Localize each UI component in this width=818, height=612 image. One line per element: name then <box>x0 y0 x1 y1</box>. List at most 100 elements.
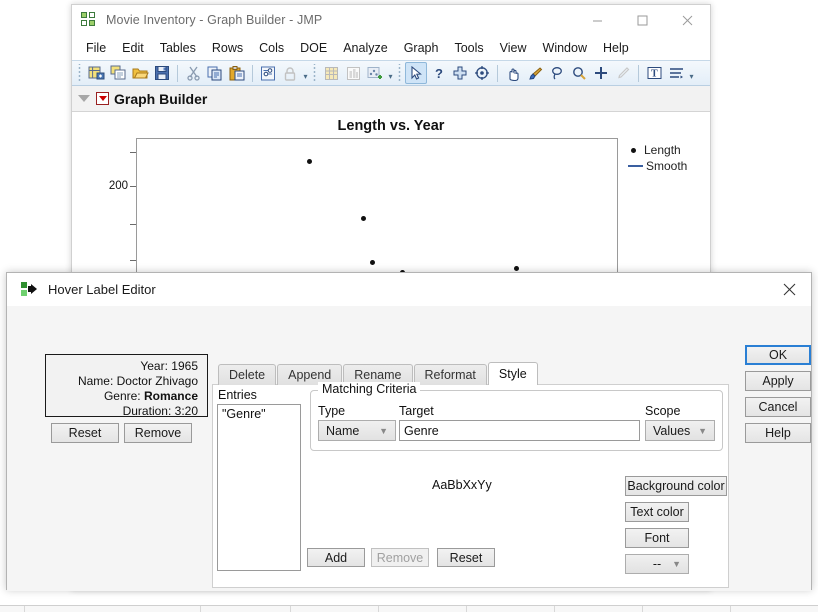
target-label: Target <box>399 404 434 418</box>
menu-doe[interactable]: DOE <box>292 39 335 57</box>
font-button[interactable]: Font <box>625 528 689 548</box>
disclosure-triangle-icon[interactable] <box>78 95 90 102</box>
table-icon[interactable] <box>320 62 342 84</box>
data-point[interactable] <box>307 159 312 164</box>
entries-listbox[interactable]: "Genre" <box>217 404 301 571</box>
pencil-icon[interactable] <box>612 62 634 84</box>
toolbar-overflow-icon[interactable]: ▾ <box>687 63 696 83</box>
preview-remove-button[interactable]: Remove <box>124 423 192 443</box>
crosshair-icon[interactable] <box>449 62 471 84</box>
toolbar-overflow-icon[interactable]: ▾ <box>386 63 395 83</box>
arrow-select-icon[interactable] <box>405 62 427 84</box>
graph-builder-outline-node[interactable]: Graph Builder <box>72 86 710 112</box>
annotate-text-icon[interactable]: T <box>643 62 665 84</box>
legend-item-smooth[interactable]: Smooth <box>628 158 687 174</box>
data-point[interactable] <box>370 260 375 265</box>
add-graph-icon[interactable] <box>364 62 386 84</box>
style-variant-combo[interactable]: -- ▼ <box>625 554 689 574</box>
lock-icon[interactable] <box>279 62 301 84</box>
data-filter-icon[interactable] <box>257 62 279 84</box>
crosshair-plus-icon[interactable] <box>590 62 612 84</box>
lasso-icon[interactable] <box>546 62 568 84</box>
add-entry-button[interactable]: Add <box>307 548 365 567</box>
preview-reset-button[interactable]: Reset <box>51 423 119 443</box>
menubar: File Edit Tables Rows Cols DOE Analyze G… <box>72 36 710 60</box>
magnifier-icon[interactable] <box>568 62 590 84</box>
dialog-close-icon[interactable] <box>767 273 811 306</box>
cut-icon[interactable] <box>182 62 204 84</box>
list-icon[interactable] <box>665 62 687 84</box>
tab-delete[interactable]: Delete <box>218 364 276 385</box>
dialog-titlebar: Hover Label Editor <box>7 273 811 306</box>
toolbar: ▾ ▾ ? <box>72 60 710 86</box>
menu-cols[interactable]: Cols <box>251 39 292 57</box>
toolbar-separator <box>638 65 639 82</box>
hover-label-editor-dialog: Hover Label Editor Year: 1965 Name: Doct… <box>6 272 812 590</box>
text-color-button[interactable]: Text color <box>625 502 689 522</box>
style-variant-value: -- <box>653 557 661 571</box>
toolbar-grip[interactable] <box>313 64 317 82</box>
open-icon[interactable] <box>129 62 151 84</box>
remove-entry-button: Remove <box>371 548 429 567</box>
target-icon[interactable] <box>471 62 493 84</box>
new-data-table-icon[interactable] <box>85 62 107 84</box>
menu-file[interactable]: File <box>78 39 114 57</box>
list-item[interactable]: "Genre" <box>218 407 300 422</box>
cancel-button[interactable]: Cancel <box>745 397 811 417</box>
scope-label: Scope <box>645 404 680 418</box>
label-preview-card[interactable]: Year: 1965 Name: Doctor Zhivago Genre: R… <box>45 354 208 417</box>
menu-graph[interactable]: Graph <box>396 39 447 57</box>
toolbar-overflow-icon[interactable]: ▾ <box>301 63 310 83</box>
data-point[interactable] <box>514 266 519 271</box>
save-icon[interactable] <box>151 62 173 84</box>
preview-row-value: 3:20 <box>175 404 198 418</box>
dialog-title: Hover Label Editor <box>48 282 156 297</box>
menu-tools[interactable]: Tools <box>446 39 491 57</box>
columns-icon[interactable] <box>342 62 364 84</box>
toolbar-grip[interactable] <box>78 64 82 82</box>
tab-reformat[interactable]: Reformat <box>414 364 487 385</box>
tab-style[interactable]: Style <box>488 362 538 385</box>
svg-text:?: ? <box>435 66 443 80</box>
toolbar-grip[interactable] <box>398 64 402 82</box>
menu-help[interactable]: Help <box>595 39 637 57</box>
toolbar-separator <box>252 65 253 82</box>
ok-button[interactable]: OK <box>745 345 811 365</box>
preview-row-value: Doctor Zhivago <box>117 374 198 388</box>
menu-edit[interactable]: Edit <box>114 39 152 57</box>
close-icon[interactable] <box>665 5 710 36</box>
maximize-icon[interactable] <box>620 5 665 36</box>
target-input[interactable]: Genre <box>399 420 640 441</box>
entries-label: Entries <box>218 388 257 402</box>
chart-title: Length vs. Year <box>72 112 710 134</box>
hand-grabber-icon[interactable] <box>502 62 524 84</box>
svg-text:T: T <box>651 69 658 80</box>
menu-rows[interactable]: Rows <box>204 39 251 57</box>
legend-item-length[interactable]: Length <box>628 142 687 158</box>
chevron-down-icon: ▼ <box>672 559 681 569</box>
type-combo[interactable]: Name ▼ <box>318 420 396 441</box>
scope-combo[interactable]: Values ▼ <box>645 420 715 441</box>
background-color-button[interactable]: Background color <box>625 476 727 496</box>
copy-icon[interactable] <box>204 62 226 84</box>
menu-analyze[interactable]: Analyze <box>335 39 395 57</box>
preview-row-name: Name: Doctor Zhivago <box>55 374 198 389</box>
taskbar[interactable] <box>0 605 818 612</box>
new-script-icon[interactable] <box>107 62 129 84</box>
legend-line-icon <box>628 165 643 168</box>
main-window-title: Movie Inventory - Graph Builder - JMP <box>106 13 322 27</box>
question-icon[interactable]: ? <box>427 62 449 84</box>
menu-window[interactable]: Window <box>535 39 595 57</box>
brush-icon[interactable] <box>524 62 546 84</box>
menu-view[interactable]: View <box>492 39 535 57</box>
main-window-titlebar: Movie Inventory - Graph Builder - JMP <box>72 5 710 36</box>
data-point-highlighted[interactable] <box>361 216 366 221</box>
red-triangle-menu-icon[interactable] <box>96 92 109 105</box>
help-button[interactable]: Help <box>745 423 811 443</box>
outline-title: Graph Builder <box>114 91 207 107</box>
menu-tables[interactable]: Tables <box>152 39 204 57</box>
apply-button[interactable]: Apply <box>745 371 811 391</box>
minimize-icon[interactable] <box>575 5 620 36</box>
paste-icon[interactable] <box>226 62 248 84</box>
reset-entry-button[interactable]: Reset <box>437 548 495 567</box>
